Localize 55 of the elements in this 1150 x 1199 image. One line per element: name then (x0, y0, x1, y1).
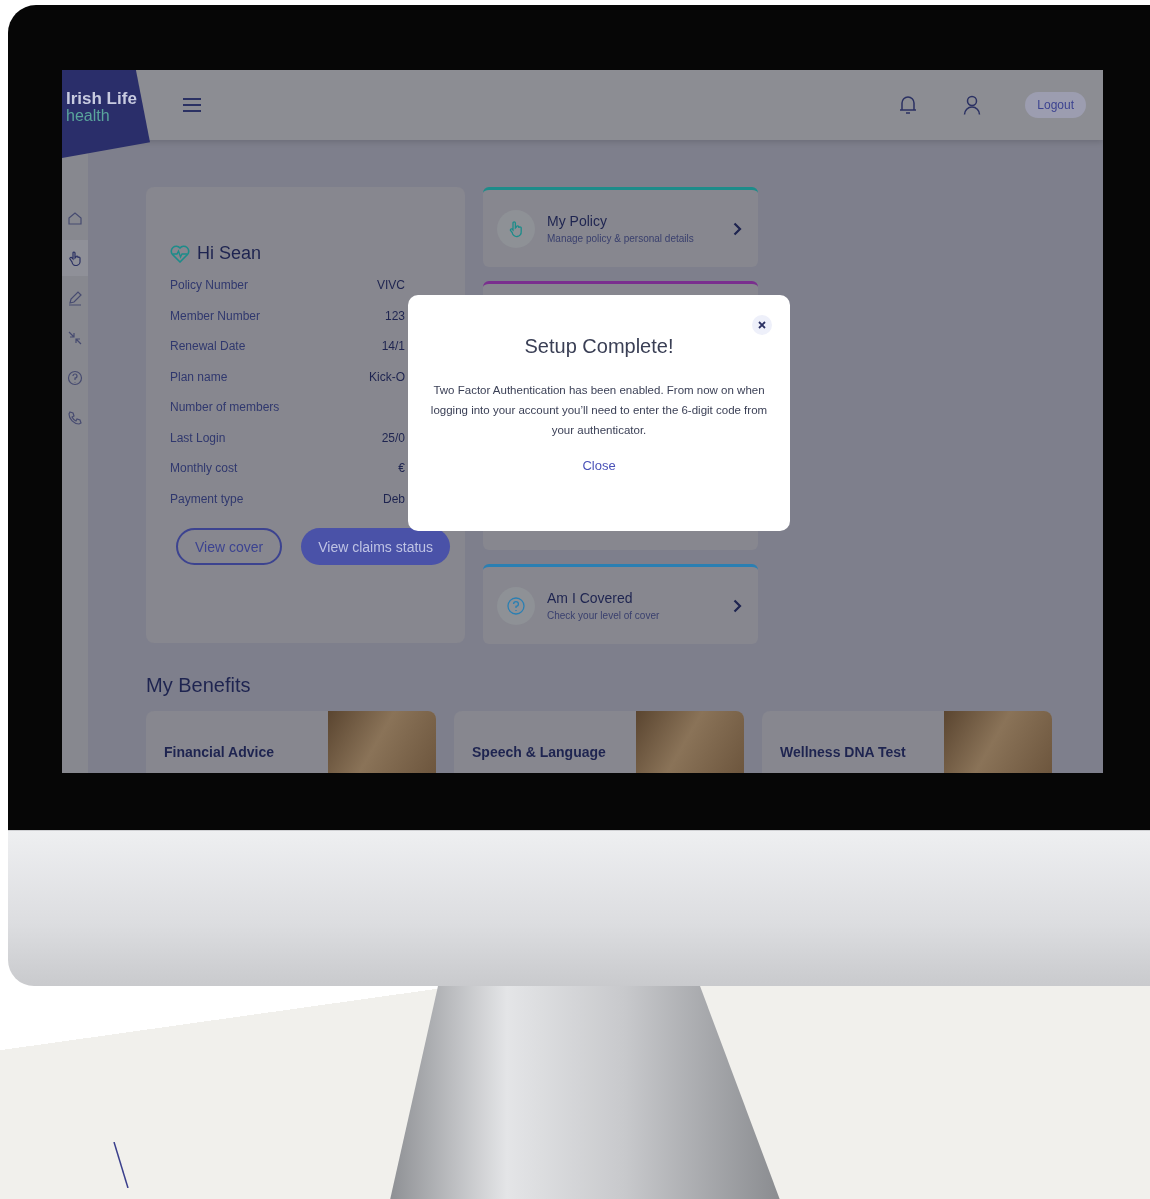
logo-text: health (66, 108, 111, 124)
benefit-title: Wellness DNA Test (779, 743, 906, 762)
dialog-title: Setup Complete! (524, 335, 674, 358)
field-label: Renewal Date (170, 339, 247, 354)
sidebar-item[interactable] (62, 240, 88, 276)
field-value: VIVC (377, 278, 405, 293)
heart-pulse-icon (170, 244, 190, 263)
hand-icon (508, 219, 524, 238)
benefit-card[interactable]: Financial Advice (146, 711, 436, 773)
link-title: Am I Covered (547, 590, 634, 606)
benefit-title: Speech & Language (471, 743, 606, 762)
link-subtitle: Manage policy & personal details (547, 233, 695, 244)
field-label: Payment type (170, 491, 245, 506)
link-title: My Policy (547, 213, 608, 229)
greeting-heading: Hi Sean (197, 243, 262, 264)
quick-link-card[interactable]: My Policy Manage policy & personal details (483, 187, 758, 267)
field-value: Deb (383, 491, 405, 506)
question-icon (67, 370, 83, 386)
field-label: Member Number (170, 308, 262, 323)
logo[interactable]: Irish Life health (62, 70, 150, 158)
field-label: Monthly cost (170, 461, 239, 476)
home-icon (67, 210, 83, 226)
dialog-message: Two Factor Authentication has been enabled. From now on when logging into your account you’ll need to enter the 6-digit code from your authenticator. (429, 383, 769, 438)
view-cover-button[interactable]: View cover (176, 528, 283, 565)
field-value: 14/1 (381, 339, 405, 354)
question-icon (507, 596, 525, 615)
field-label: Last Login (170, 430, 227, 445)
chevron-right-icon (733, 598, 742, 613)
benefit-card[interactable]: Speech & Language (454, 711, 744, 773)
field-label: Policy Number (170, 278, 250, 293)
field-value: € (398, 461, 405, 476)
menu-icon[interactable] (182, 98, 202, 112)
phone-icon (67, 410, 83, 426)
link-subtitle: Check your level of cover (547, 610, 661, 621)
logo-text: Irish Life (66, 90, 138, 108)
user-icon[interactable] (963, 95, 982, 115)
field-label: Number of members (170, 400, 281, 415)
hand-icon (67, 250, 83, 266)
diagonal-line (113, 1142, 129, 1188)
chevron-right-icon (733, 221, 742, 236)
benefit-title: Financial Advice (163, 743, 274, 762)
close-link[interactable]: Close (582, 458, 616, 473)
bell-icon[interactable] (899, 95, 918, 115)
field-value: Kick-O (369, 369, 405, 384)
claims-status-button[interactable]: View claims status (301, 528, 451, 565)
field-value: 123 (384, 308, 405, 323)
pencil-icon (67, 290, 83, 306)
close-icon[interactable] (752, 315, 772, 335)
section-heading: My Benefits (146, 674, 252, 697)
field-value: 25/0 (381, 430, 405, 445)
quick-link-card[interactable]: Am I Covered Check your level of cover (483, 564, 758, 644)
arrows-icon (67, 330, 83, 346)
benefit-card[interactable]: Wellness DNA Test (762, 711, 1052, 773)
field-label: Plan name (170, 369, 229, 384)
logout-button[interactable]: Logout (1025, 92, 1086, 118)
